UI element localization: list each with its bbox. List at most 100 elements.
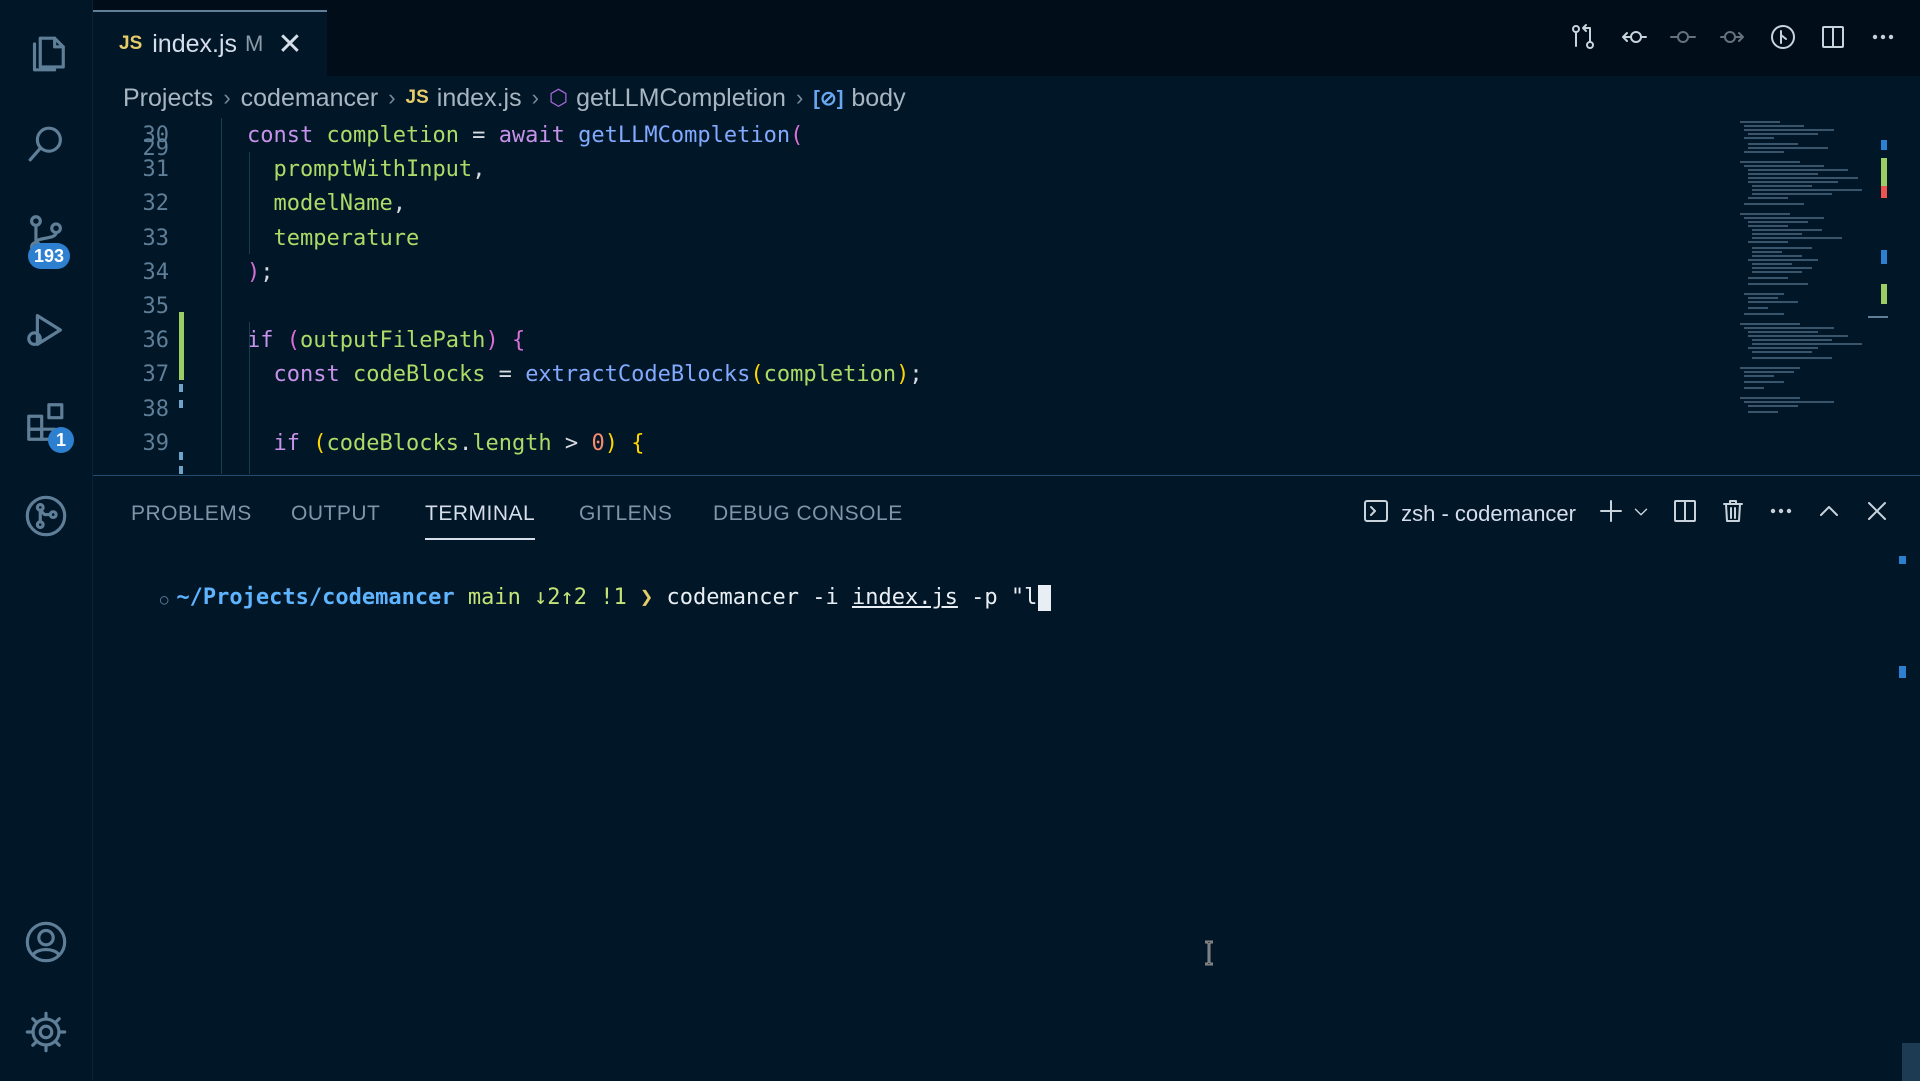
- code-token: =: [458, 123, 499, 148]
- chevron-right-icon: ›: [223, 85, 231, 110]
- line-number: 38: [142, 396, 170, 422]
- terminal-command: codemancer -i: [666, 585, 852, 610]
- settings-gear-icon[interactable]: [22, 1008, 70, 1056]
- close-panel-icon[interactable]: [1864, 498, 1890, 530]
- code-token: if: [247, 328, 287, 354]
- terminal-prompt-line[interactable]: ○ ~/Projects/codemancer main ↓2↑2 !1 ❯ co…: [107, 560, 1052, 636]
- indent-guide: [221, 118, 222, 474]
- code-text: modelName,: [247, 187, 406, 221]
- code-token: length: [472, 430, 552, 456]
- tab-terminal[interactable]: TERMINAL: [425, 502, 536, 540]
- code-token: ): [604, 430, 618, 456]
- tab-problems[interactable]: PROBLEMS: [131, 502, 252, 526]
- code-token: (: [790, 123, 804, 148]
- code-text: const completion = await getLLMCompletio…: [247, 119, 803, 153]
- split-editor-icon[interactable]: [1818, 22, 1848, 52]
- code-token: codeBlocks: [352, 362, 486, 388]
- search-icon[interactable]: [22, 120, 70, 168]
- breadcrumb-item-body[interactable]: body: [851, 84, 905, 113]
- line-number: 30: [142, 123, 170, 148]
- split-terminal-icon[interactable]: [1672, 498, 1698, 530]
- terminal-command-file[interactable]: index.js: [852, 585, 958, 610]
- new-terminal-icon[interactable]: [1598, 498, 1624, 530]
- terminal-scroll-marker: [1899, 666, 1906, 678]
- indent-guide: [249, 322, 250, 474]
- breadcrumb-item-codemancer[interactable]: codemancer: [241, 84, 379, 113]
- code-token: ,: [392, 191, 406, 217]
- extensions-count-badge: 1: [48, 427, 74, 453]
- tab-filename: index.js: [152, 29, 238, 58]
- code-token: if: [273, 430, 314, 456]
- code-text: promptWithInput,: [247, 153, 486, 187]
- code-token: completion: [326, 123, 459, 148]
- line-number: 36: [142, 328, 170, 354]
- open-changes-icon[interactable]: [1568, 22, 1598, 52]
- code-text: const codeBlocks = extractCodeBlocks(com…: [247, 358, 923, 392]
- modified-lines-gutter: [179, 384, 183, 408]
- code-token: ): [896, 362, 910, 388]
- terminal-git-status: main ↓2↑2 !1: [467, 585, 627, 610]
- code-token: const: [247, 123, 327, 148]
- code-token: 0: [591, 430, 605, 456]
- code-token: (: [286, 328, 300, 354]
- breadcrumb-item-file[interactable]: index.js: [437, 84, 522, 113]
- explorer-icon[interactable]: [22, 30, 70, 78]
- line-number: 32: [142, 191, 170, 217]
- commit-icon[interactable]: [1668, 22, 1698, 52]
- editor-tabs-bar: JS index.js M ✕: [93, 0, 1920, 76]
- code-token: getLLMCompletion: [578, 123, 791, 148]
- tab-debug-console[interactable]: DEBUG CONSOLE: [713, 502, 903, 526]
- tab-output[interactable]: OUTPUT: [291, 502, 380, 526]
- chevron-down-icon[interactable]: [1632, 501, 1650, 527]
- code-token: {: [631, 430, 645, 456]
- trash-icon[interactable]: [1720, 498, 1746, 530]
- js-file-icon: JS: [405, 87, 429, 108]
- code-token: =: [485, 362, 526, 388]
- code-token: ;: [909, 362, 923, 388]
- panel-actions: zsh - codemancer: [1363, 498, 1890, 530]
- tab-close-icon[interactable]: ✕: [277, 27, 302, 62]
- terminal-command-rest: -p "l: [957, 585, 1038, 610]
- terminal-scrollbar[interactable]: [1902, 1043, 1920, 1081]
- account-icon[interactable]: [22, 918, 70, 966]
- line-number: 37: [142, 362, 170, 388]
- terminal-status-circle-icon: ○: [159, 592, 169, 608]
- function-cube-icon: ⬡: [548, 85, 569, 110]
- code-token: const: [273, 362, 353, 388]
- code-token: (: [750, 362, 764, 388]
- code-token: (: [313, 430, 327, 456]
- code-editor[interactable]: 29 30 const completion = await getLLMComp…: [93, 118, 1920, 474]
- code-text: );: [247, 256, 274, 290]
- tab-index-js[interactable]: JS index.js M ✕: [93, 10, 327, 76]
- terminal-name[interactable]: zsh - codemancer: [1401, 501, 1576, 527]
- variable-icon: [⊘]: [813, 87, 844, 110]
- previous-revision-icon[interactable]: [1618, 22, 1648, 52]
- next-revision-icon[interactable]: [1718, 22, 1748, 52]
- code-token: completion: [763, 362, 897, 388]
- terminal-prompt-symbol: ❯: [640, 585, 654, 610]
- tab-gitlens[interactable]: GITLENS: [579, 502, 672, 526]
- gitlens-icon[interactable]: [22, 492, 70, 540]
- code-token: ;: [260, 259, 274, 285]
- code-token: .: [458, 430, 473, 456]
- maximize-panel-icon[interactable]: [1816, 498, 1842, 530]
- scm-count-badge: 193: [28, 243, 71, 269]
- tab-modified-indicator: M: [245, 31, 264, 56]
- breadcrumb-item-projects[interactable]: Projects: [123, 84, 213, 113]
- js-file-icon: JS: [119, 33, 143, 54]
- gitlens-inspect-icon[interactable]: [1768, 22, 1798, 52]
- code-token: temperature: [273, 225, 420, 251]
- breadcrumb-item-function[interactable]: getLLMCompletion: [576, 84, 786, 113]
- modified-lines-gutter: [179, 452, 183, 474]
- editor-actions: [1568, 22, 1898, 52]
- run-debug-icon[interactable]: [22, 306, 70, 354]
- added-lines-gutter: [179, 312, 184, 380]
- code-token: modelName: [273, 191, 393, 217]
- minimap[interactable]: [1738, 118, 1888, 474]
- more-actions-icon[interactable]: [1868, 22, 1898, 52]
- more-actions-icon[interactable]: [1768, 498, 1794, 530]
- terminal-scroll-marker: [1899, 556, 1906, 564]
